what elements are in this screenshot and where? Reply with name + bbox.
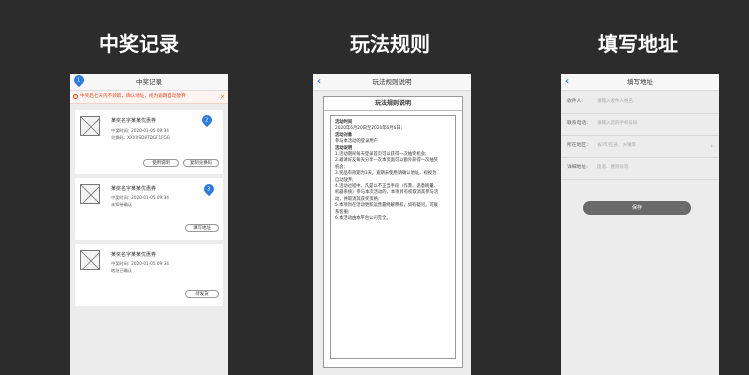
prize-status: 地址已确认: [111, 268, 132, 273]
time-label: 中奖时间:: [111, 261, 130, 266]
prize-title: 某奖名字某某优惠券: [111, 252, 157, 258]
code-label: 兑换码:: [111, 135, 125, 140]
address-screen: ‹ 填写地址 收件人: 请输入收件人姓名 联系电话: 请输入您的手机号码 所在地…: [561, 74, 719, 375]
prize-code: 兑换码: XXXXSD8TDGF1FGG: [111, 135, 170, 141]
prize-image: [80, 116, 100, 136]
rules-panel: 玩法规则说明 活动时间 2020年6月20日至2020年6月6日; 活动对象 参与本活…: [323, 96, 463, 368]
prize-image: [80, 250, 100, 270]
chevron-right-icon: ›: [710, 142, 713, 150]
prize-title: 某奖名字某某优惠券: [111, 118, 157, 124]
close-icon[interactable]: ×: [220, 91, 225, 103]
prize-card: 某奖名字某某优惠券 中奖时间: 2020-01-05 09:34 地址已确认 待发…: [75, 244, 223, 306]
rule-line: 6.本活动由本平台公司完全。: [335, 216, 391, 222]
address-header: ‹ 填写地址: [561, 74, 719, 91]
time-label: 中奖时间:: [111, 195, 130, 200]
rules-panel-title: 玩法规则说明: [324, 97, 462, 111]
section-title-records: 中奖记录: [99, 32, 179, 56]
region-label: 所在地区:: [567, 143, 588, 148]
detail-address-input[interactable]: 街道、楼牌号等: [597, 157, 629, 179]
time-value: 2020-01-05 09:34: [131, 195, 169, 200]
region-row[interactable]: 所在地区: 省/市/区县、乡镇等 ›: [561, 135, 719, 158]
rule-line: 2.邀请好友每天分享一次本页面可以额外获得一次抽奖: [335, 158, 438, 164]
save-button[interactable]: 保存: [583, 201, 691, 215]
recipient-label: 收件人:: [567, 99, 584, 104]
time-label: 中奖时间:: [111, 128, 130, 133]
fill-address-button[interactable]: 填写地址: [185, 224, 219, 232]
usage-instructions-button[interactable]: 使用说明: [143, 159, 179, 167]
prize-title: 某奖名字某某优惠券: [111, 186, 157, 192]
prize-status: 未知待确认: [111, 202, 132, 207]
copy-code-button[interactable]: 复制兑换码: [183, 159, 219, 167]
rules-header: ‹ 玩法规则说明: [313, 74, 471, 91]
back-chevron-icon[interactable]: ‹: [565, 74, 569, 89]
rule-line: 机器系统）参与本次活动的，本项目有权取消其参与活: [335, 190, 439, 196]
prize-time: 中奖时间: 2020-01-05 09:34: [111, 195, 169, 201]
recipient-input[interactable]: 请输入收件人姓名: [597, 91, 633, 113]
page-title: 填写地址: [627, 78, 653, 86]
prize-time: 中奖时间: 2020-01-05 09:34: [111, 261, 169, 267]
warning-icon: !: [73, 94, 78, 99]
back-chevron-icon[interactable]: ‹: [317, 74, 321, 89]
region-select[interactable]: 省/市/区县、乡镇等: [597, 135, 636, 157]
code-value: XXXXSD8TDGF1FGG: [126, 135, 171, 140]
rules-text: 活动时间 2020年6月20日至2020年6月6日; 活动对象 参与本活动的登录用户活…: [330, 115, 456, 359]
phone-label: 联系电话:: [567, 121, 588, 126]
section-title-rules: 玩法规则: [350, 32, 430, 56]
page-title: 中奖记录: [136, 78, 162, 86]
rule-line: 5.本项目在活动更新运营最终解释权，如有疑问，可联: [335, 203, 438, 209]
recipient-row: 收件人: 请输入收件人姓名: [561, 91, 719, 114]
detail-address-label: 详细地址:: [567, 165, 588, 170]
section-title-address: 填写地址: [598, 32, 678, 56]
prize-card: 某奖名字某某优惠券 中奖时间: 2020-01-05 09:34 未知待确认 填写…: [75, 178, 223, 240]
time-value: 2020-01-05 09:34: [131, 261, 169, 266]
records-header: 中奖记录: [70, 74, 228, 91]
awaiting-shipment-button[interactable]: 待发货: [185, 290, 219, 298]
page-title: 玩法规则说明: [372, 78, 412, 86]
phone-row: 联系电话: 请输入您的手机号码: [561, 113, 719, 136]
rules-screen: ‹ 玩法规则说明 玩法规则说明 活动时间 2020年6月20日至2020年6月6日…: [313, 74, 471, 375]
rule-line: 3.奖品有效期为3天，逾期未使用请确认地址，视视为: [335, 171, 437, 177]
prize-time: 中奖时间: 2020-01-05 09:34: [111, 128, 169, 134]
notice-bar: ! 中奖后七天内不领取，确认地址，视为逾期自动放弃 ×: [70, 91, 228, 104]
prize-image: [80, 184, 100, 204]
notice-text: 中奖后七天内不领取，确认地址，视为逾期自动放弃: [80, 94, 186, 99]
phone-input[interactable]: 请输入您的手机号码: [597, 113, 638, 135]
records-screen: 中奖记录 ! 中奖后七天内不领取，确认地址，视为逾期自动放弃 × 某奖名字某某优…: [70, 74, 228, 375]
detail-address-row: 详细地址: 街道、楼牌号等: [561, 157, 719, 180]
time-value: 2020-01-05 09:34: [131, 128, 169, 133]
